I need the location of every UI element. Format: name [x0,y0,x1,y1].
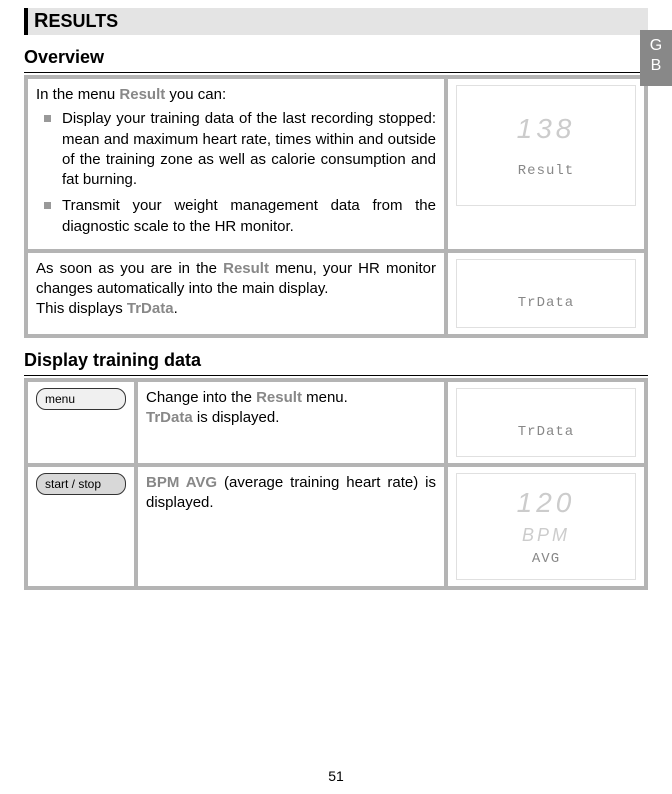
section-header: RESULTS [24,8,648,35]
language-tab: G B [640,30,672,86]
p2b-pre: This displays [36,300,127,317]
section-header-text: ESULTS [48,11,118,31]
display-heading: Display training data [24,350,648,376]
lcd-text: TrData [518,294,574,313]
p2b-post: . [174,300,178,317]
intro-pre: In the menu [36,86,119,103]
p2-pre: As soon as you are in the [36,260,223,277]
display-table: menu Change into the Result menu. TrData… [24,378,648,590]
r1t2-emph: TrData [146,409,193,426]
list-item: Transmit your weight management data fro… [44,196,436,237]
start-stop-button[interactable]: start / stop [36,473,126,495]
intro-post: you can: [165,86,226,103]
lcd-screen: 138 Result [456,85,636,206]
lang-line1: G [640,36,672,56]
overview-list: Display your training data of the last r… [44,109,436,237]
lcd-text: TrData [518,423,574,442]
display-lcd-cell-1: TrData [446,380,646,465]
overview-lcd-cell-2: TrData [446,251,646,336]
overview-text-cell-2: As soon as you are in the Result menu, y… [26,251,446,336]
menu-button[interactable]: menu [36,388,126,410]
display-lcd-cell-2: 120 bPM AVG [446,465,646,588]
r1t1-emph: Result [256,389,302,406]
lcd-text: AVG [532,550,560,569]
table-row: As soon as you are in the Result menu, y… [26,251,646,336]
intro-emph: Result [119,86,165,103]
display-row2-text: BPM AVG (average training heart rate) is… [136,465,446,588]
lcd-unit: bPM [522,523,570,547]
lcd-number: 138 [517,110,576,148]
r2-emph: BPM AVG [146,474,217,491]
list-item: Display your training data of the last r… [44,109,436,190]
r1t1-pre: Change into the [146,389,256,406]
lcd-text: Result [518,162,574,181]
startstop-button-cell: start / stop [26,465,136,588]
table-row: start / stop BPM AVG (average training h… [26,465,646,588]
overview-text-cell: In the menu Result you can: Display your… [26,77,446,251]
table-row: In the menu Result you can: Display your… [26,77,646,251]
r1t2-post: is displayed. [193,409,280,426]
lcd-screen: 120 bPM AVG [456,473,636,580]
table-row: menu Change into the Result menu. TrData… [26,380,646,465]
r1t1-post: menu. [302,389,348,406]
page-number: 51 [0,768,672,784]
overview-table: In the menu Result you can: Display your… [24,75,648,338]
overview-lcd-cell-1: 138 Result [446,77,646,251]
lcd-screen: TrData [456,259,636,328]
lcd-number: 120 [517,484,576,522]
p2b-emph: TrData [127,300,174,317]
menu-button-cell: menu [26,380,136,465]
p2-emph: Result [223,260,269,277]
lang-line2: B [640,56,672,76]
section-header-accent: R [34,10,48,32]
lcd-screen: TrData [456,388,636,457]
display-row1-text: Change into the Result menu. TrData is d… [136,380,446,465]
overview-heading: Overview [24,47,648,73]
page: G B RESULTS Overview In the menu Result … [0,8,672,794]
